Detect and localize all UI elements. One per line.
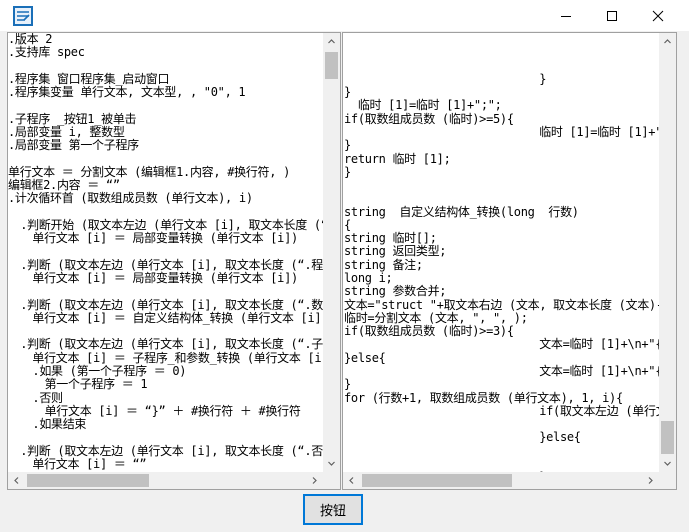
scroll-right-arrow[interactable] <box>642 472 659 489</box>
scroll-thumb[interactable] <box>27 474 149 487</box>
app-icon <box>13 6 33 26</box>
scroll-left-arrow[interactable] <box>343 472 360 489</box>
scrollbar-corner <box>323 472 340 489</box>
code-line: 文本=临时 [1]+\n+"{" <box>539 337 659 352</box>
chevron-left-icon <box>14 477 19 484</box>
code-line: if(取数组成员数 (临时)>=5){ <box>344 111 514 126</box>
chevron-up-icon <box>664 39 671 44</box>
close-icon <box>652 10 664 21</box>
scroll-thumb[interactable] <box>362 474 512 487</box>
close-button[interactable] <box>635 0 681 31</box>
code-line: .计次循环首 (取数组成员数 (单行文本), i) <box>8 191 253 206</box>
code-line: .如果结束 <box>32 417 87 432</box>
scroll-left-arrow[interactable] <box>8 472 25 489</box>
code-line: string 返回类型; <box>344 244 447 259</box>
code-line: string 临时[]; <box>344 231 437 246</box>
code-line: } <box>344 138 351 153</box>
code-line: 单行文本 [i] ＝ “}” ＋ #换行符 ＋ #换行符 <box>44 403 301 418</box>
convert-button[interactable]: 按钮 <box>303 494 363 525</box>
code-line: 临时 [1]=临时 [1]+"/" <box>539 124 659 139</box>
converted-code-text[interactable]: }} 临时 [1]=临时 [1]+";"; if(取数组成员数 (临时)>=5){… <box>343 33 659 472</box>
scroll-up-arrow[interactable] <box>659 33 676 50</box>
minimize-button[interactable] <box>543 0 589 31</box>
code-line: if(取数组成员数 (临时)>=3){ <box>344 324 514 339</box>
code-line: 文本=临时 [1]+\n+"{" <box>539 364 659 378</box>
scroll-right-arrow[interactable] <box>306 472 323 489</box>
code-line: 第一个子程序 ＝ 1 <box>44 377 148 392</box>
code-line: if(取文本左边 (单行文 <box>539 403 659 418</box>
code-line: 单行文本 ＝ 分割文本 (编辑框1.内容, #换行符, ) <box>8 164 290 179</box>
code-line: 临时=分割文本 (文本, ", ", ); <box>344 310 528 325</box>
code-line: .局部变量 i, 整数型 <box>8 124 125 139</box>
chevron-right-icon <box>312 477 317 484</box>
code-line: .程序集变量 单行文本, 文本型, , "0", 1 <box>8 85 246 100</box>
source-vertical-scrollbar[interactable] <box>323 33 340 472</box>
chevron-down-icon <box>664 461 671 466</box>
converted-code-editor[interactable]: }} 临时 [1]=临时 [1]+";"; if(取数组成员数 (临时)>=5){… <box>342 32 677 490</box>
code-line: .支持库 spec <box>8 45 85 60</box>
scroll-down-arrow[interactable] <box>659 455 676 472</box>
code-line: string 备注; <box>344 257 423 272</box>
maximize-icon <box>607 10 617 21</box>
code-line: .判断 (取文本左边 (单行文本 [i], 取文本长度 (“.子 <box>20 337 323 352</box>
scroll-up-arrow[interactable] <box>323 33 340 50</box>
code-line: 临时 [1]=临时 [1]+";"; <box>344 98 502 113</box>
code-line: }else{ <box>344 350 386 365</box>
scroll-thumb[interactable] <box>325 52 338 79</box>
code-line: 单行文本 [i] ＝ 局部变量转换 (单行文本 [i]) <box>32 231 298 246</box>
app-window: .版本 2 .支持库 spec .程序集 窗口程序集_启动窗口 .程序集变量 单行文本… <box>0 0 689 532</box>
scroll-thumb[interactable] <box>661 421 674 454</box>
code-line: return 临时 [1]; <box>344 151 451 166</box>
code-line: .程序集 窗口程序集_启动窗口 <box>8 71 170 86</box>
scrollbar-corner <box>659 472 676 489</box>
code-line: 单行文本 [i] ＝ 局部变量转换 (单行文本 [i]) <box>32 271 298 286</box>
code-line: .判断 (取文本左边 (单行文本 [i], 取文本长度 (“.数 <box>20 297 323 312</box>
code-line: 单行文本 [i] ＝ 自定义结构体_转换 (单行文本 [i]) <box>32 310 323 325</box>
chevron-left-icon <box>349 477 354 484</box>
code-line: .判断 (取文本左边 (单行文本 [i], 取文本长度 (“.否 <box>20 443 323 458</box>
source-horizontal-scrollbar[interactable] <box>8 472 323 489</box>
code-line: } <box>344 377 351 392</box>
code-line: } <box>344 85 351 100</box>
code-line: { <box>344 217 351 232</box>
source-code-text[interactable]: .版本 2 .支持库 spec .程序集 窗口程序集_启动窗口 .程序集变量 单行文本… <box>8 33 323 472</box>
code-line: .子程序 _按钮1_被单击 <box>8 111 137 126</box>
maximize-button[interactable] <box>589 0 635 31</box>
chevron-up-icon <box>328 39 335 44</box>
code-line: 单行文本 [i] ＝ 子程序_和参数_转换 (单行文本 [i]) <box>32 350 323 365</box>
chevron-down-icon <box>328 461 335 466</box>
code-line: string 参数合并; <box>344 284 447 299</box>
code-line: string 自定义结构体_转换(long 行数) <box>344 204 579 219</box>
code-line: .局部变量 第一个子程序 <box>8 138 139 153</box>
code-line: .否则 <box>32 390 63 405</box>
code-line: } <box>539 71 547 86</box>
scroll-down-arrow[interactable] <box>323 455 340 472</box>
code-line: .判断 (取文本左边 (单行文本 [i], 取文本长度 (“.程 <box>20 257 323 272</box>
converted-vertical-scrollbar[interactable] <box>659 33 676 472</box>
minimize-icon <box>561 15 571 17</box>
title-bar[interactable] <box>0 0 689 31</box>
code-line: for (行数+1, 取数组成员数 (单行文本), 1, i){ <box>344 390 623 405</box>
code-line: } <box>344 164 351 179</box>
converted-horizontal-scrollbar[interactable] <box>343 472 659 489</box>
chevron-right-icon <box>648 477 653 484</box>
code-line: 文本="struct "+取文本右边 (文本, 取文本长度 (文本)-取 <box>344 297 659 312</box>
source-code-editor[interactable]: .版本 2 .支持库 spec .程序集 窗口程序集_启动窗口 .程序集变量 单行文本… <box>7 32 341 490</box>
code-line: }else{ <box>539 430 581 445</box>
code-line: 单行文本 [i] ＝ “” <box>32 456 147 471</box>
code-line: .判断开始 (取文本左边 (单行文本 [i], 取文本长度 (“ <box>20 217 323 232</box>
